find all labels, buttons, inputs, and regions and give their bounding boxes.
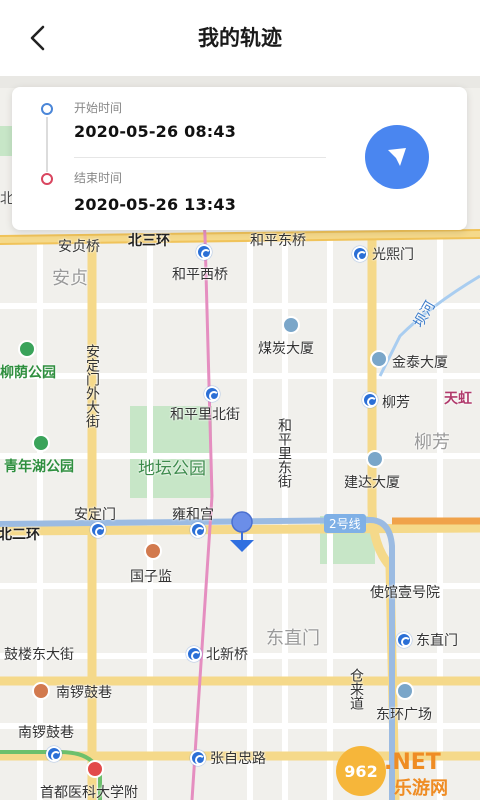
poi-shiguan-yard: 使馆壹号院 [370, 585, 440, 601]
hospital-icon [86, 760, 104, 778]
station-dongzhimen: 东直门 [416, 633, 458, 649]
subway-icon [186, 646, 202, 662]
road-hepingli-east: 和平里东街 [276, 418, 292, 488]
poi-guozijian: 国子监 [130, 569, 172, 585]
app-header: 我的轨迹 [0, 0, 480, 76]
start-time-label: 开始时间 [74, 101, 123, 115]
subway-icon [90, 522, 106, 538]
station-hepingxiqiao: 和平西桥 [172, 267, 228, 283]
end-time-label: 结束时间 [74, 171, 123, 185]
poi-qingnianhu-park: 青年湖公园 [4, 459, 74, 475]
navigation-arrow-icon [388, 148, 406, 166]
road-gulou-east: 鼓楼东大街 [4, 647, 74, 663]
station-hepinglibeijie: 和平里北街 [170, 407, 240, 423]
subway-icon [196, 244, 212, 260]
poi-tianhong: 天虹 [444, 391, 472, 407]
building-icon [370, 350, 388, 368]
station-nanluoguxiang: 南锣鼓巷 [18, 725, 74, 741]
subway-icon [204, 386, 220, 402]
subway-icon [46, 746, 62, 762]
poi-donghuan-plaza: 东环广场 [376, 707, 432, 723]
station-liufang: 柳芳 [382, 395, 410, 411]
poi-nanluogu-alley: 南锣鼓巷 [56, 685, 112, 701]
station-guangximen: 光熙门 [372, 247, 414, 263]
station-anzhenqiao: 安贞桥 [58, 239, 100, 255]
road-north-third-ring: 北三环 [128, 233, 170, 249]
station-hepingdongqiao: 和平东桥 [250, 233, 306, 249]
watermark-badge: 962 [336, 746, 386, 796]
subway-icon [190, 522, 206, 538]
poi-liuyin-park: 柳荫公园 [0, 365, 56, 381]
start-time-value[interactable]: 2020-05-26 08:43 [74, 122, 236, 141]
location-pin-icon[interactable] [228, 510, 256, 554]
subway-icon [396, 632, 412, 648]
district-dongzhimen: 东直门 [266, 628, 320, 649]
subway-icon [362, 392, 378, 408]
road-andingmen-outer: 安定门外大街 [84, 344, 100, 428]
track-time-card: 开始时间 2020-05-26 08:43 结束时间 2020-05-26 13… [12, 87, 467, 230]
station-beixinqiao: 北新桥 [206, 647, 248, 663]
watermark-suffix: .NET [384, 750, 441, 775]
page-title: 我的轨迹 [198, 26, 282, 50]
divider [74, 157, 326, 158]
poi-shoudu-hospital: 首都医科大学附 [40, 785, 138, 800]
station-zhangzizhonglu: 张自忠路 [210, 751, 266, 767]
poi-jintai-building: 金泰大厦 [392, 355, 448, 371]
park-icon [32, 434, 50, 452]
start-dot-icon [41, 103, 53, 115]
poi-meitan-building: 煤炭大厦 [258, 341, 314, 357]
play-track-button[interactable] [365, 125, 429, 189]
poi-ditan-park: 地坛公园 [138, 459, 206, 479]
road-cang-lai-dao: 仓来道 [348, 668, 364, 710]
building-icon [396, 682, 414, 700]
subway-icon [190, 750, 206, 766]
end-dot-icon [41, 173, 53, 185]
station-yonghegong: 雍和宫 [172, 507, 214, 523]
end-time-value[interactable]: 2020-05-26 13:43 [74, 195, 236, 214]
poi-jianda-building: 建达大厦 [344, 475, 400, 491]
district-anzhen: 安贞 [52, 268, 88, 289]
landmark-icon [144, 542, 162, 560]
landmark-icon [32, 682, 50, 700]
station-andingmen: 安定门 [74, 507, 116, 523]
road-north-second-ring: 北二环 [0, 527, 40, 543]
watermark-logo: 962 .NET 乐游网 [336, 746, 476, 799]
park-icon [18, 340, 36, 358]
line2-badge: 2号线 [324, 514, 366, 533]
timeline-connector [46, 117, 48, 172]
building-icon [282, 316, 300, 334]
district-liufang: 柳芳 [414, 432, 450, 453]
subway-icon [352, 246, 368, 262]
building-icon [366, 450, 384, 468]
watermark-sub: 乐游网 [394, 778, 448, 799]
